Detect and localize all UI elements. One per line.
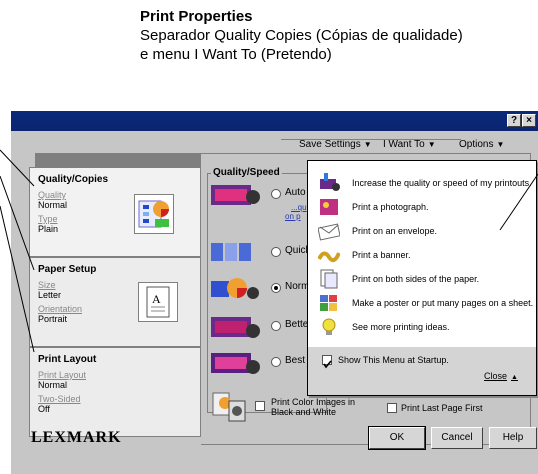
- callout-lines: [0, 149, 538, 353]
